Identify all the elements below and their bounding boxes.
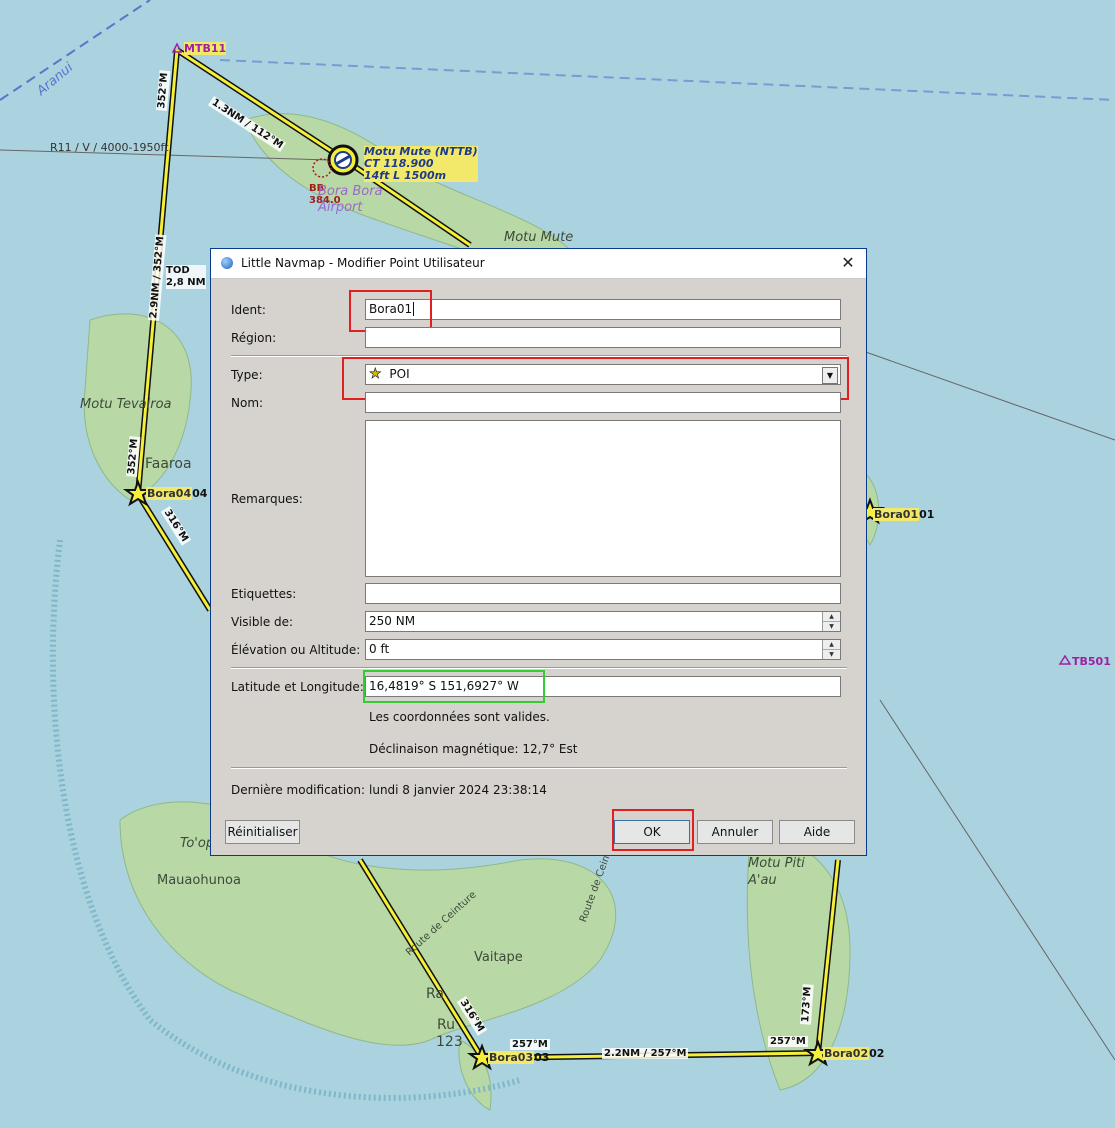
dialog-title: Little Navmap - Modifier Point Utilisate…	[241, 256, 485, 270]
etiquettes-input[interactable]	[365, 583, 841, 604]
place-ra: Ra	[426, 986, 444, 1002]
lastmod-label: Dernière modification:	[231, 783, 366, 797]
elevation-spinbox[interactable]: 0 ft ▲ ▼	[365, 639, 841, 660]
ok-highlight	[612, 809, 694, 851]
place-faaroa: Faaroa	[145, 456, 192, 472]
place-ru: Ru	[437, 1017, 455, 1033]
help-button[interactable]: Aide	[779, 820, 855, 844]
place-motu-piti-aau: Motu Piti A'au	[748, 856, 805, 888]
place-mauaohunoa: Mauaohunoa	[157, 873, 241, 888]
remarques-label: Remarques:	[231, 492, 303, 506]
etiquettes-label: Etiquettes:	[231, 587, 297, 601]
elevation-value: 0 ft	[369, 642, 390, 656]
type-label: Type:	[231, 368, 263, 382]
coords-valid-text: Les coordonnées sont valides.	[369, 710, 550, 724]
spin-down-icon[interactable]: ▼	[823, 650, 840, 659]
waypoint-label-tb501[interactable]: TB501	[1072, 655, 1111, 668]
tod-text: TOD	[166, 265, 190, 276]
separator	[231, 667, 847, 669]
ident-label: Ident:	[231, 303, 266, 317]
waypoint-suffix: 03	[534, 1051, 550, 1064]
waypoint-suffix: 02	[869, 1047, 885, 1060]
elevation-spin-buttons[interactable]: ▲ ▼	[822, 640, 840, 659]
visible-value: 250 NM	[369, 614, 416, 628]
place-vaitape: Vaitape	[474, 950, 523, 965]
waypoint-label-bora02[interactable]: Bora0202	[823, 1047, 884, 1060]
place-toopua: To'op	[180, 836, 215, 851]
region-label: Région:	[231, 331, 277, 345]
cancel-button[interactable]: Annuler	[697, 820, 773, 844]
reset-button[interactable]: Réinitialiser	[225, 820, 300, 844]
spin-up-icon[interactable]: ▲	[823, 612, 840, 622]
airport-runway: 14ft L 1500m	[364, 169, 447, 182]
waypoint-suffix: 04	[192, 487, 208, 500]
waypoint-name: Bora03	[488, 1051, 535, 1064]
separator	[231, 767, 847, 769]
region-input[interactable]	[365, 327, 841, 348]
waypoint-label-bora03[interactable]: Bora0303	[488, 1051, 549, 1064]
globe-icon	[221, 257, 233, 269]
waypoint-name: Bora04	[146, 487, 193, 500]
latlon-label: Latitude et Longitude:	[231, 680, 364, 694]
declinaison-text: Déclinaison magnétique: 12,7° Est	[369, 742, 578, 756]
place-motu-mute: Motu Mute	[504, 230, 574, 245]
airport-info[interactable]: Motu Mute (NTTB) CT 118.900 14ft L 1500m	[364, 146, 478, 182]
dialog-titlebar[interactable]: Little Navmap - Modifier Point Utilisate…	[211, 249, 866, 279]
waypoint-label-mtb11[interactable]: MTB11	[184, 42, 227, 55]
tod-distance: 2,8 NM	[166, 277, 206, 288]
leg-label-south-b: 257°M	[768, 1036, 808, 1047]
waypoint-name: Bora02	[823, 1047, 870, 1060]
nom-label: Nom:	[231, 396, 264, 410]
spin-down-icon[interactable]: ▼	[823, 622, 840, 631]
place-number: 123	[436, 1034, 463, 1050]
waypoint-name: Bora01	[873, 508, 920, 521]
airport-name-label: Bora Bora Airport	[318, 184, 383, 215]
lastmod-value: lundi 8 janvier 2024 23:38:14	[369, 783, 547, 797]
nom-input[interactable]	[365, 392, 841, 413]
waypoint-label-bora04[interactable]: Bora0404	[146, 487, 207, 500]
ident-highlight	[349, 290, 432, 332]
remarques-textarea[interactable]	[365, 420, 841, 577]
waypoint-label-bora01[interactable]: Bora0101	[873, 508, 934, 521]
visible-spinbox[interactable]: 250 NM ▲ ▼	[365, 611, 841, 632]
ident-input[interactable]: Bora01​	[365, 299, 841, 320]
place-motu-tevairoa: Motu Tevairoa	[80, 397, 172, 412]
leg-label-south-a: 257°M	[510, 1039, 550, 1050]
close-icon[interactable]: ✕	[838, 253, 858, 272]
visible-label: Visible de:	[231, 615, 294, 629]
latlon-highlight	[363, 670, 545, 703]
edit-userpoint-dialog: Little Navmap - Modifier Point Utilisate…	[210, 248, 867, 856]
elevation-label: Élévation ou Altitude:	[231, 643, 361, 657]
airspace-label: R11 / V / 4000-1950ft	[50, 141, 169, 154]
leg-label-south: 2.2NM / 257°M	[602, 1048, 689, 1059]
waypoint-suffix: 01	[919, 508, 935, 521]
tod-label: TOD 2,8 NM	[166, 265, 206, 289]
spin-up-icon[interactable]: ▲	[823, 640, 840, 650]
visible-spin-buttons[interactable]: ▲ ▼	[822, 612, 840, 631]
